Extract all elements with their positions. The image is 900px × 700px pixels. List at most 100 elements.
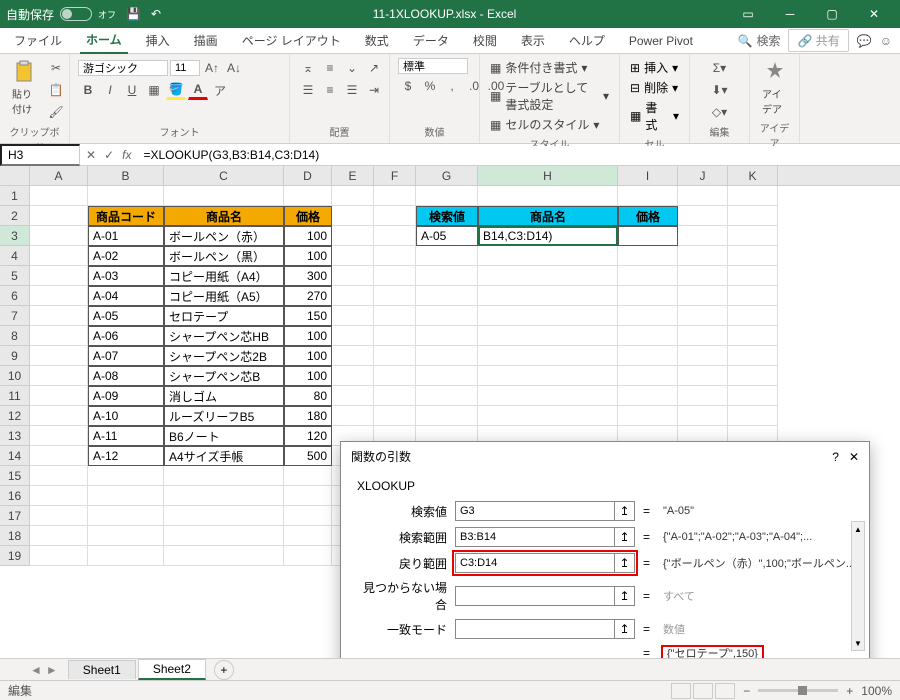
cell[interactable]: A-07 xyxy=(88,346,164,366)
row-header[interactable]: 3 xyxy=(0,226,30,246)
cell[interactable] xyxy=(88,486,164,506)
page-break-view-icon[interactable] xyxy=(715,683,735,699)
cell[interactable] xyxy=(416,346,478,366)
cell[interactable] xyxy=(374,206,416,226)
cell[interactable]: コピー用紙（A5） xyxy=(164,286,284,306)
increase-font-icon[interactable]: A↑ xyxy=(202,58,222,78)
cell[interactable] xyxy=(30,386,88,406)
delete-cells-button[interactable]: ⊟ 削除 ▾ xyxy=(628,78,680,97)
cell[interactable]: A-11 xyxy=(88,426,164,446)
cell[interactable] xyxy=(332,186,374,206)
format-as-table-button[interactable]: ▦ テーブルとして書式設定 ▾ xyxy=(488,78,611,114)
cell[interactable] xyxy=(728,206,778,226)
align-center-icon[interactable]: ≡ xyxy=(320,80,340,100)
cell[interactable]: A-01 xyxy=(88,226,164,246)
comma-icon[interactable]: , xyxy=(442,76,462,96)
cell[interactable] xyxy=(618,186,678,206)
enter-formula-icon[interactable]: ✓ xyxy=(104,148,114,162)
cell[interactable] xyxy=(30,506,88,526)
cell[interactable] xyxy=(30,486,88,506)
cell[interactable] xyxy=(332,386,374,406)
cell[interactable] xyxy=(728,306,778,326)
cell[interactable] xyxy=(416,366,478,386)
cell[interactable] xyxy=(678,366,728,386)
cell[interactable] xyxy=(88,546,164,566)
search-box[interactable]: 🔍 検索 xyxy=(738,32,781,49)
cell[interactable]: A-05 xyxy=(88,306,164,326)
row-header[interactable]: 13 xyxy=(0,426,30,446)
paste-button[interactable]: 貼り付け xyxy=(8,58,40,118)
comments-icon[interactable]: 💬 xyxy=(857,34,872,48)
tab-formulas[interactable]: 数式 xyxy=(359,28,395,53)
cell[interactable]: A-04 xyxy=(88,286,164,306)
zoom-slider[interactable] xyxy=(758,689,838,692)
normal-view-icon[interactable] xyxy=(671,683,691,699)
smile-icon[interactable]: ☺ xyxy=(880,34,892,48)
cell[interactable] xyxy=(30,446,88,466)
cell[interactable]: 価格 xyxy=(284,206,332,226)
cell[interactable] xyxy=(30,546,88,566)
notfound-input[interactable] xyxy=(456,587,614,605)
cell[interactable] xyxy=(728,286,778,306)
tab-home[interactable]: ホーム xyxy=(80,27,128,54)
cell[interactable]: A4サイズ手帳 xyxy=(164,446,284,466)
formula-input[interactable] xyxy=(137,146,900,164)
cell[interactable] xyxy=(728,246,778,266)
ref-button[interactable]: ↥ xyxy=(614,587,634,605)
row-header[interactable]: 19 xyxy=(0,546,30,566)
tab-powerpivot[interactable]: Power Pivot xyxy=(623,30,699,52)
cell[interactable] xyxy=(332,246,374,266)
cell[interactable] xyxy=(164,186,284,206)
cell[interactable] xyxy=(678,266,728,286)
cell[interactable]: 100 xyxy=(284,226,332,246)
dialog-close-icon[interactable]: ✕ xyxy=(849,450,859,464)
cell[interactable] xyxy=(416,406,478,426)
cell[interactable] xyxy=(30,346,88,366)
sheet-nav-next-icon[interactable]: ► xyxy=(46,663,58,677)
ref-button[interactable]: ↥ xyxy=(614,502,634,520)
autosum-icon[interactable]: Σ▾ xyxy=(710,58,730,78)
cell[interactable] xyxy=(416,246,478,266)
format-cells-button[interactable]: ▦ 書式 ▾ xyxy=(628,98,681,134)
cell[interactable] xyxy=(416,306,478,326)
tab-review[interactable]: 校閲 xyxy=(467,28,503,53)
row-header[interactable]: 14 xyxy=(0,446,30,466)
cell[interactable] xyxy=(374,226,416,246)
cell[interactable] xyxy=(30,206,88,226)
cell[interactable] xyxy=(678,206,728,226)
cell[interactable] xyxy=(374,246,416,266)
percent-icon[interactable]: % xyxy=(420,76,440,96)
close-icon[interactable]: ✕ xyxy=(854,0,894,28)
zoom-out-icon[interactable]: − xyxy=(743,684,750,698)
cell[interactable]: 商品名 xyxy=(164,206,284,226)
cell[interactable]: B14,C3:D14) xyxy=(478,226,618,246)
cell[interactable]: 100 xyxy=(284,246,332,266)
cell[interactable] xyxy=(332,366,374,386)
cell[interactable] xyxy=(30,426,88,446)
format-painter-icon[interactable]: 🖌 xyxy=(46,102,66,122)
cell[interactable] xyxy=(478,306,618,326)
select-all-corner[interactable] xyxy=(0,166,30,185)
cell[interactable] xyxy=(678,186,728,206)
cell[interactable] xyxy=(728,186,778,206)
cell[interactable] xyxy=(30,526,88,546)
cell[interactable] xyxy=(30,286,88,306)
cell[interactable] xyxy=(416,386,478,406)
font-name-select[interactable] xyxy=(78,60,168,76)
row-header[interactable]: 10 xyxy=(0,366,30,386)
maximize-icon[interactable]: ▢ xyxy=(812,0,852,28)
cell[interactable] xyxy=(164,546,284,566)
return-array-input[interactable] xyxy=(456,554,614,572)
cell[interactable] xyxy=(332,286,374,306)
column-header[interactable]: E xyxy=(332,166,374,185)
cell[interactable] xyxy=(284,526,332,546)
cell[interactable] xyxy=(332,306,374,326)
cell[interactable] xyxy=(374,286,416,306)
cell[interactable]: A-09 xyxy=(88,386,164,406)
cell[interactable] xyxy=(164,506,284,526)
cell[interactable] xyxy=(678,346,728,366)
tab-data[interactable]: データ xyxy=(407,28,455,53)
cell[interactable] xyxy=(30,226,88,246)
row-header[interactable]: 1 xyxy=(0,186,30,206)
cell[interactable]: シャープペン芯2B xyxy=(164,346,284,366)
